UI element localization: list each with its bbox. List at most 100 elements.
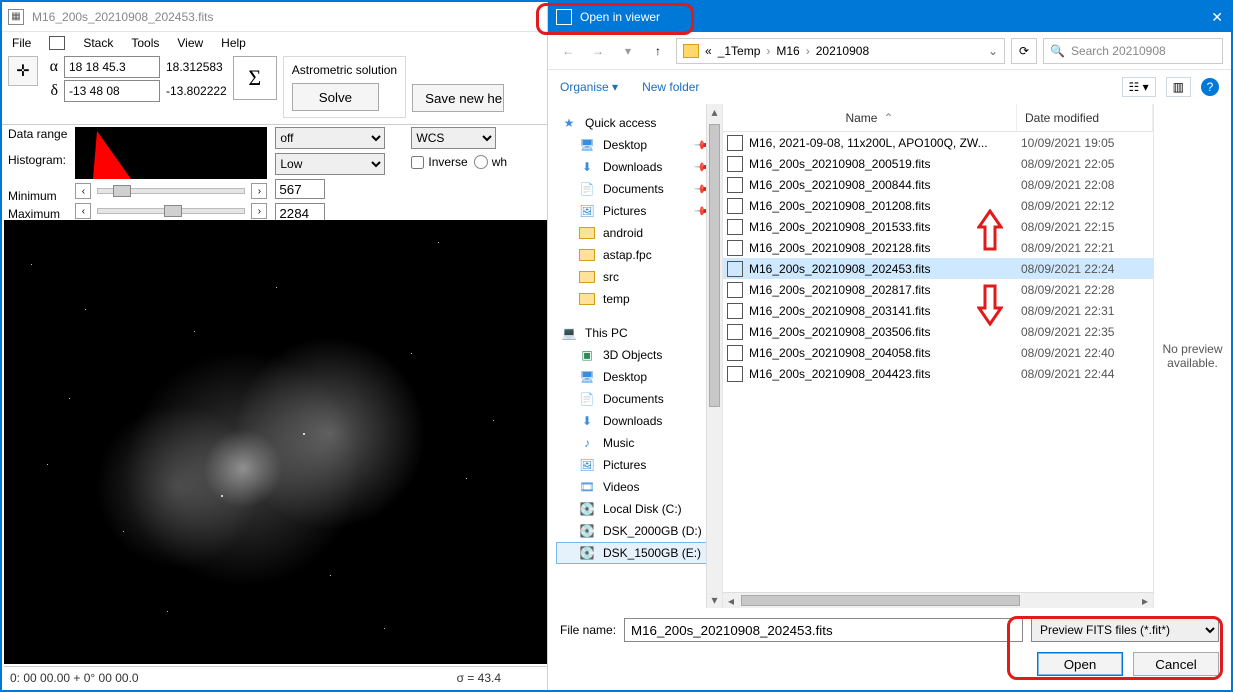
minimum-label: Minimum — [8, 189, 67, 203]
crumb-dropdown-icon[interactable]: ⌄ — [988, 44, 998, 58]
file-name: M16_200s_20210908_204423.fits — [749, 367, 1021, 381]
organise-button[interactable]: Organise ▾ — [560, 80, 618, 94]
histogram-display — [75, 127, 267, 179]
dec-input[interactable] — [64, 80, 160, 102]
nav-scrollbar[interactable]: ▴▾ — [706, 104, 722, 608]
file-row[interactable]: M16, 2021-09-08, 11x200L, APO100Q, ZW...… — [723, 132, 1153, 153]
file-row[interactable]: M16_200s_20210908_203141.fits08/09/2021 … — [723, 300, 1153, 321]
nav-temp[interactable]: temp — [556, 288, 718, 310]
astrometric-label: Astrometric solution — [292, 63, 397, 77]
file-date: 08/09/2021 22:40 — [1021, 346, 1149, 360]
crumb-1temp[interactable]: _1Temp — [718, 44, 761, 58]
file-row[interactable]: M16_200s_20210908_203506.fits08/09/2021 … — [723, 321, 1153, 342]
wcs-select[interactable]: WCS — [411, 127, 496, 149]
nav-back-button[interactable]: ← — [556, 39, 580, 63]
refresh-button[interactable]: ⟳ — [1011, 38, 1037, 64]
nav-this-pc[interactable]: 💻This PC — [556, 322, 718, 344]
menu-help[interactable]: Help — [221, 36, 246, 50]
nav-astap[interactable]: astap.fpc — [556, 244, 718, 266]
crumb-date[interactable]: 20210908 — [816, 44, 869, 58]
file-list[interactable]: M16, 2021-09-08, 11x200L, APO100Q, ZW...… — [723, 132, 1153, 592]
nav-3d-objects[interactable]: ▣3D Objects — [556, 344, 718, 366]
close-icon[interactable]: ✕ — [1211, 9, 1223, 26]
status-sigma: σ = 43.4 — [457, 671, 501, 685]
file-row[interactable]: M16_200s_20210908_201208.fits08/09/2021 … — [723, 195, 1153, 216]
file-row[interactable]: M16_200s_20210908_202453.fits08/09/2021 … — [723, 258, 1153, 279]
nav-dsk-1500[interactable]: 💽DSK_1500GB (E:) — [556, 542, 718, 564]
nav-dsk-2000[interactable]: 💽DSK_2000GB (D:) — [556, 520, 718, 542]
stretch-off-select[interactable]: off — [275, 127, 385, 149]
fits-file-icon — [727, 261, 743, 277]
file-row[interactable]: M16_200s_20210908_201533.fits08/09/2021 … — [723, 216, 1153, 237]
nav-downloads[interactable]: ⬇Downloads📌 — [556, 156, 718, 178]
file-filter-select[interactable]: Preview FITS files (*.fit*) — [1031, 618, 1219, 642]
file-row[interactable]: M16_200s_20210908_200844.fits08/09/2021 … — [723, 174, 1153, 195]
file-row[interactable]: M16_200s_20210908_204423.fits08/09/2021 … — [723, 363, 1153, 384]
image-viewport[interactable] — [4, 220, 547, 664]
file-date: 08/09/2021 22:28 — [1021, 283, 1149, 297]
breadcrumb[interactable]: « _1Temp› M16› 20210908 ⌄ — [676, 38, 1005, 64]
search-box[interactable]: 🔍 Search 20210908 — [1043, 38, 1223, 64]
nav-local-disk-c[interactable]: 💽Local Disk (C:) — [556, 498, 718, 520]
nav-desktop2[interactable]: 🖥Desktop — [556, 366, 718, 388]
max-right-arrow[interactable]: › — [251, 203, 267, 219]
nav-pictures2[interactable]: 🖼Pictures — [556, 454, 718, 476]
nav-forward-button[interactable]: → — [586, 39, 610, 63]
menu-stack[interactable]: Stack — [83, 36, 113, 50]
menu-file[interactable]: File — [12, 36, 31, 50]
save-header-button[interactable]: Save new he — [412, 84, 504, 112]
max-left-arrow[interactable]: ‹ — [75, 203, 91, 219]
help-icon[interactable]: ? — [1201, 78, 1219, 96]
preview-pane-button[interactable]: ▥ — [1166, 77, 1191, 97]
file-row[interactable]: M16_200s_20210908_202817.fits08/09/2021 … — [723, 279, 1153, 300]
sigma-button[interactable]: Σ — [233, 56, 277, 100]
file-row[interactable]: M16_200s_20210908_202128.fits08/09/2021 … — [723, 237, 1153, 258]
minimum-slider[interactable]: ‹ › — [75, 183, 267, 199]
view-mode-button[interactable]: ☷ ▾ — [1122, 77, 1156, 97]
stretch-low-select[interactable]: Low — [275, 153, 385, 175]
col-date[interactable]: Date modified — [1017, 104, 1153, 131]
delta-symbol: δ — [44, 82, 58, 100]
nav-documents2[interactable]: 📄Documents — [556, 388, 718, 410]
dialog-app-icon — [556, 9, 572, 25]
status-coords: 0: 00 00.00 + 0° 00 00.0 — [10, 671, 139, 685]
nav-music[interactable]: ♪Music — [556, 432, 718, 454]
nav-quick-access[interactable]: ★Quick access — [556, 112, 718, 134]
crosshair-button[interactable]: ✛ — [8, 56, 38, 86]
inverse-checkbox[interactable] — [411, 156, 424, 169]
file-hscrollbar[interactable]: ◂▸ — [723, 592, 1153, 608]
nav-documents[interactable]: 📄Documents📌 — [556, 178, 718, 200]
nav-src[interactable]: src — [556, 266, 718, 288]
solve-button[interactable]: Solve — [292, 83, 379, 111]
file-date: 08/09/2021 22:44 — [1021, 367, 1149, 381]
minimum-value[interactable] — [275, 179, 325, 199]
file-row[interactable]: M16_200s_20210908_200519.fits08/09/2021 … — [723, 153, 1153, 174]
maximum-label: Maximum — [8, 207, 67, 221]
crumb-m16[interactable]: M16 — [776, 44, 799, 58]
nav-up-button[interactable]: ↑ — [646, 39, 670, 63]
dialog-title: Open in viewer — [580, 10, 660, 24]
nav-downloads2[interactable]: ⬇Downloads — [556, 410, 718, 432]
nav-android[interactable]: android — [556, 222, 718, 244]
col-name[interactable]: Name⌃ — [723, 104, 1017, 131]
file-row[interactable]: M16_200s_20210908_204058.fits08/09/2021 … — [723, 342, 1153, 363]
cancel-button[interactable]: Cancel — [1133, 652, 1219, 676]
new-folder-button[interactable]: New folder — [642, 80, 699, 94]
nav-desktop[interactable]: 🖥Desktop📌 — [556, 134, 718, 156]
menu-stack-icon[interactable] — [49, 36, 65, 50]
data-range-label: Data range — [8, 127, 67, 141]
menu-view[interactable]: View — [177, 36, 203, 50]
min-right-arrow[interactable]: › — [251, 183, 267, 199]
nav-videos[interactable]: 🎞Videos — [556, 476, 718, 498]
min-left-arrow[interactable]: ‹ — [75, 183, 91, 199]
menu-tools[interactable]: Tools — [131, 36, 159, 50]
nav-recent-button[interactable]: ▾ — [616, 39, 640, 63]
filename-label: File name: — [560, 623, 616, 637]
filename-input[interactable] — [624, 618, 1023, 642]
fits-file-icon — [727, 324, 743, 340]
open-button[interactable]: Open — [1037, 652, 1123, 676]
histogram-label: Histogram: — [8, 153, 67, 167]
maximum-slider[interactable]: ‹ › — [75, 203, 267, 219]
ra-input[interactable] — [64, 56, 160, 78]
nav-pictures[interactable]: 🖼Pictures📌 — [556, 200, 718, 222]
